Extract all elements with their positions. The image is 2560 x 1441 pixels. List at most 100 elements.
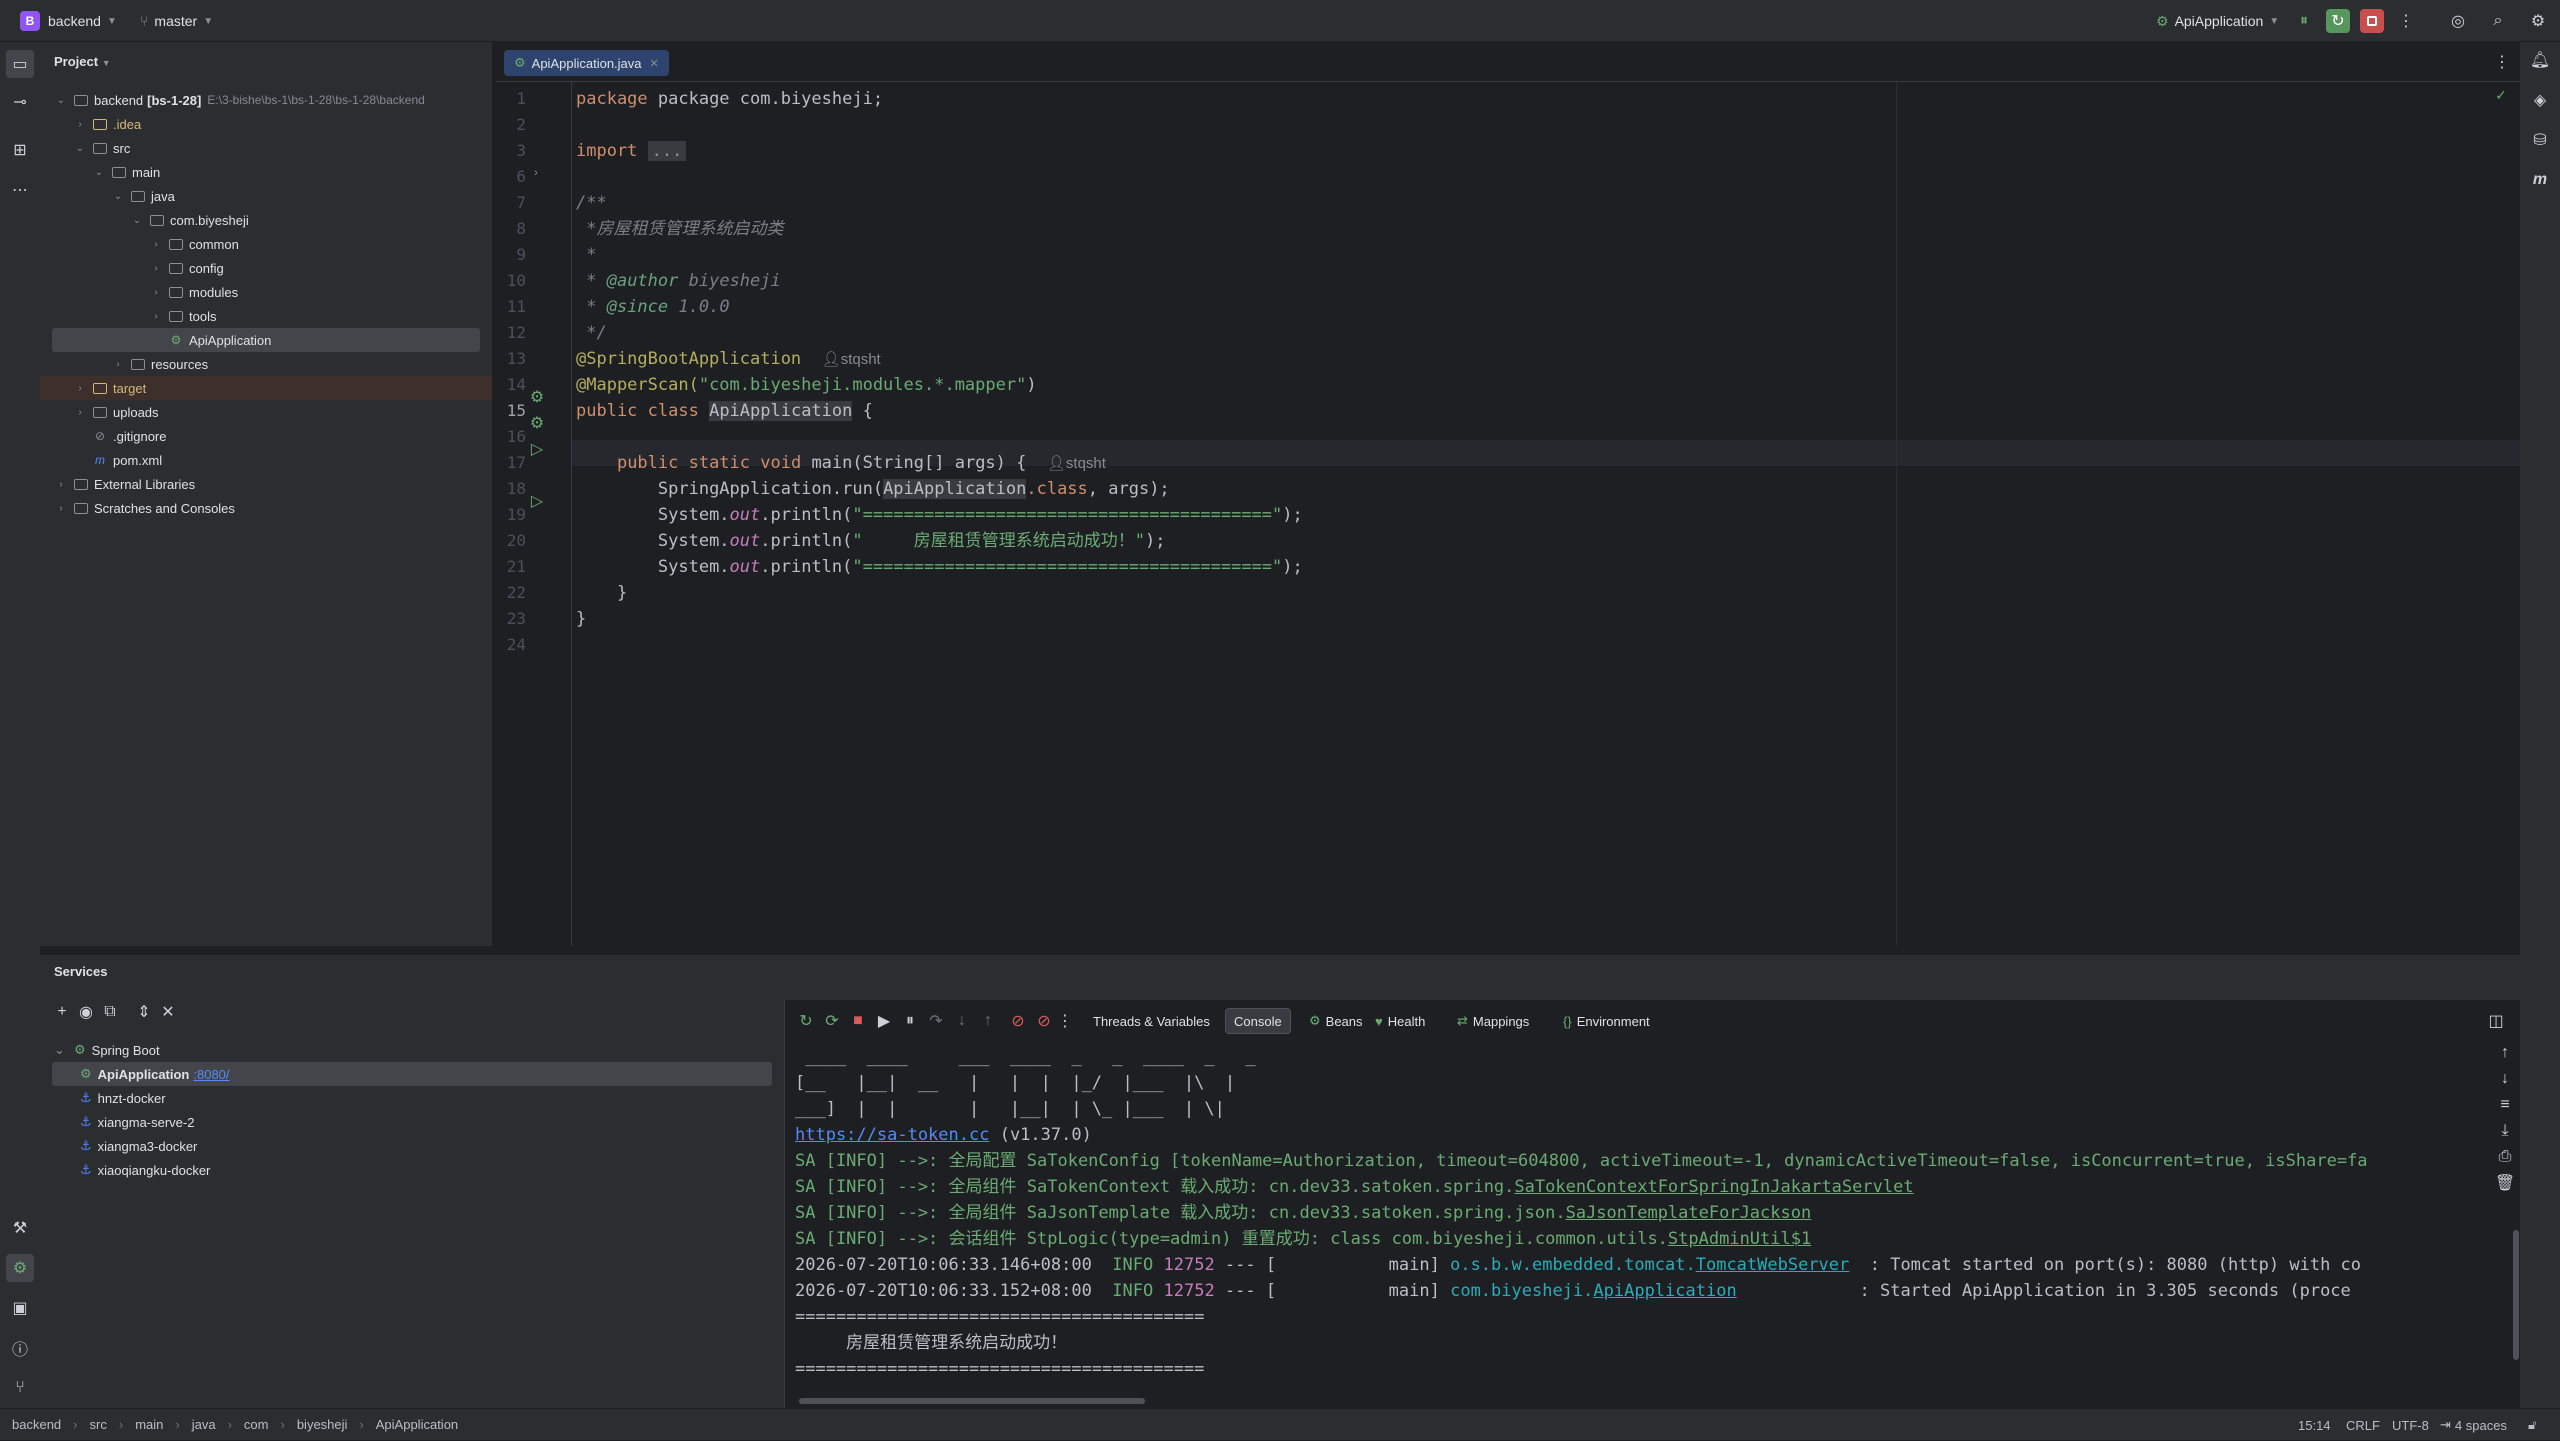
terminal-icon[interactable]: ▣: [6, 1294, 34, 1322]
more-icon[interactable]: ⋮: [1057, 1008, 1073, 1034]
stop-icon[interactable]: ■: [847, 1008, 869, 1034]
tree-item[interactable]: ⊘ .gitignore: [40, 424, 492, 448]
chevron-right-icon[interactable]: ›: [73, 407, 87, 418]
view-options-icon[interactable]: ◉: [76, 1000, 96, 1024]
tree-item[interactable]: ⌄ src: [40, 136, 492, 160]
scroll-up-icon[interactable]: ↑: [2495, 1042, 2515, 1064]
console-output[interactable]: ____ ____ ___ ____ _ _ ____ _ _ [__ |__|…: [785, 1044, 2485, 1384]
expand-all-icon[interactable]: ⇕: [134, 1000, 154, 1024]
project-switcher[interactable]: B backend ▼: [20, 0, 117, 42]
clear-icon[interactable]: 🗑︎: [2495, 1172, 2515, 1194]
chevron-right-icon[interactable]: ›: [54, 479, 68, 490]
console-tab[interactable]: Console: [1225, 1008, 1291, 1034]
console-tab[interactable]: Threads & Variables: [1085, 1008, 1218, 1034]
tree-item[interactable]: ⌄ com.biyesheji: [40, 208, 492, 232]
service-item[interactable]: ⚓ xiaoqiangku-docker: [40, 1158, 774, 1182]
service-item[interactable]: ⚓ hnzt-docker: [40, 1086, 774, 1110]
more-icon[interactable]: ⋮: [2394, 9, 2418, 33]
breadcrumb-item[interactable]: java: [192, 1417, 216, 1432]
chevron-right-icon[interactable]: ›: [149, 263, 163, 274]
tree-item[interactable]: › .idea: [40, 112, 492, 136]
tab-options-icon[interactable]: ⋮: [2490, 50, 2514, 74]
database-icon[interactable]: ⛁: [2526, 126, 2554, 154]
soft-wrap-icon[interactable]: ≡: [2495, 1094, 2515, 1116]
chevron-down-icon[interactable]: ⌄: [54, 95, 68, 106]
caret-position[interactable]: 15:14: [2298, 1409, 2331, 1441]
build-icon[interactable]: ⚒: [6, 1214, 34, 1242]
port-link[interactable]: :8080/: [193, 1067, 229, 1082]
tree-item[interactable]: › target: [40, 376, 492, 400]
code-area[interactable]: package package com.biyesheji; import ..…: [496, 82, 2520, 946]
no-problems-check-icon[interactable]: ✓: [2492, 86, 2510, 104]
new-tab-icon[interactable]: ⧉: [100, 1000, 120, 1024]
print-icon[interactable]: ⎙: [2495, 1146, 2515, 1168]
tree-item[interactable]: m pom.xml: [40, 448, 492, 472]
more-tools-icon[interactable]: ⋯: [6, 176, 34, 204]
view-breakpoints-icon[interactable]: ⊘: [1007, 1008, 1029, 1034]
lock-icon[interactable]: 🔓︎: [2528, 1409, 2536, 1441]
add-service-icon[interactable]: +: [52, 1000, 72, 1024]
chevron-right-icon[interactable]: ›: [149, 239, 163, 250]
layout-icon[interactable]: ◫: [2485, 1008, 2507, 1034]
breadcrumb-item[interactable]: main: [135, 1417, 163, 1432]
service-item[interactable]: ⚙ ApiApplication:8080/: [52, 1062, 772, 1086]
console-tab[interactable]: ♥ Health: [1367, 1008, 1433, 1034]
mute-breakpoints-icon[interactable]: ⊘: [1033, 1008, 1055, 1034]
rerun-button[interactable]: ↻: [2326, 9, 2350, 33]
search-icon[interactable]: ⌕: [2486, 9, 2510, 33]
chevron-right-icon[interactable]: ›: [54, 503, 68, 514]
close-icon[interactable]: ✕: [650, 57, 659, 70]
line-separator[interactable]: CRLF: [2346, 1409, 2380, 1441]
step-out-icon[interactable]: ↑: [977, 1008, 999, 1034]
console-tab[interactable]: ⚙ Beans: [1301, 1008, 1371, 1034]
tree-item[interactable]: › tools: [40, 304, 492, 328]
step-into-icon[interactable]: ↓: [951, 1008, 973, 1034]
tree-item[interactable]: ⌄ backend [bs-1-28] E:\3-bishe\bs-1\bs-1-28…: [40, 88, 492, 112]
service-item[interactable]: ⚓ xiangma-serve-2: [40, 1110, 774, 1134]
console-tab[interactable]: {} Environment: [1555, 1008, 1658, 1034]
restart-icon[interactable]: ⟳: [821, 1008, 843, 1034]
horizontal-scrollbar[interactable]: [799, 1398, 1145, 1404]
structure-icon[interactable]: ⊞: [6, 136, 34, 164]
problems-icon[interactable]: ⓘ: [6, 1334, 34, 1362]
git-icon[interactable]: ⑂: [6, 1374, 34, 1402]
file-encoding[interactable]: UTF-8: [2392, 1409, 2429, 1441]
chevron-down-icon[interactable]: ⌄: [111, 191, 125, 202]
commit-icon[interactable]: ⊸: [6, 88, 34, 116]
ai-assistant-icon[interactable]: ◎: [2446, 9, 2470, 33]
service-item[interactable]: ⚓ xiangma3-docker: [40, 1134, 774, 1158]
service-item[interactable]: ⌄ ⚙ Spring Boot: [40, 1038, 774, 1062]
breadcrumb-item[interactable]: backend: [12, 1417, 61, 1432]
chevron-right-icon[interactable]: ›: [111, 359, 125, 370]
tree-item[interactable]: › External Libraries: [40, 472, 492, 496]
chevron-down-icon[interactable]: ⌄: [92, 167, 106, 178]
tree-item[interactable]: › resources: [40, 352, 492, 376]
console-tab[interactable]: ⇄ Mappings: [1449, 1008, 1537, 1034]
tree-item[interactable]: ⌄ java: [40, 184, 492, 208]
rerun-icon[interactable]: ↻: [795, 1008, 817, 1034]
tree-item[interactable]: › modules: [40, 280, 492, 304]
sa-token-link[interactable]: https://sa-token.cc: [795, 1125, 989, 1145]
tree-item[interactable]: › Scratches and Consoles: [40, 496, 492, 520]
indent-setting[interactable]: ⇥ 4 spaces: [2440, 1409, 2507, 1441]
run-config-selector[interactable]: ⚙ ApiApplication ▼: [2156, 0, 2279, 42]
chevron-down-icon[interactable]: ⌄: [130, 215, 144, 226]
chevron-right-icon[interactable]: ›: [149, 287, 163, 298]
tree-item[interactable]: ⚙ ApiApplication: [52, 328, 480, 352]
maven-icon[interactable]: m: [2526, 166, 2554, 194]
breadcrumb-item[interactable]: src: [90, 1417, 107, 1432]
tree-item[interactable]: ⌄ main: [40, 160, 492, 184]
tree-item[interactable]: › common: [40, 232, 492, 256]
project-tool-icon[interactable]: ▭: [6, 50, 34, 78]
notifications-icon[interactable]: 🔔︎: [2526, 46, 2554, 74]
tree-item[interactable]: › config: [40, 256, 492, 280]
chevron-right-icon[interactable]: ›: [149, 311, 163, 322]
chevron-down-icon[interactable]: ⌄: [54, 1042, 68, 1058]
breadcrumb-item[interactable]: com: [244, 1417, 269, 1432]
collapse-all-icon[interactable]: ✕: [158, 1000, 178, 1024]
scroll-to-end-icon[interactable]: ⤓: [2495, 1120, 2515, 1142]
chevron-right-icon[interactable]: ›: [73, 383, 87, 394]
branch-switcher[interactable]: ⑂ master ▼: [140, 0, 213, 42]
services-tool-icon[interactable]: ⚙: [6, 1254, 34, 1282]
editor-tab-apiapplication[interactable]: ⚙ ApiApplication.java ✕: [504, 50, 669, 76]
